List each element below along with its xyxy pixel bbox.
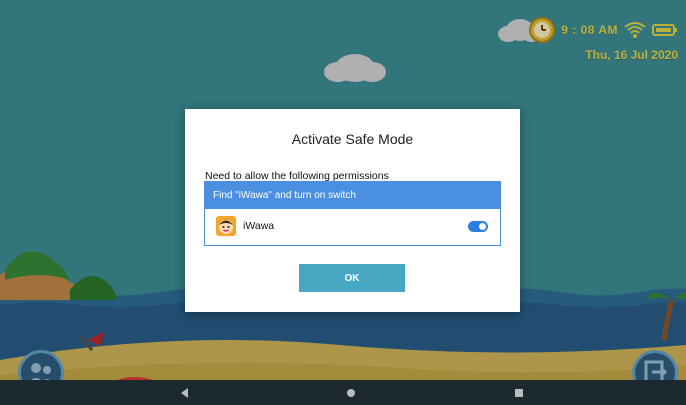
permission-row[interactable]: iWawa [205, 209, 500, 245]
screen: 9 : 08 AM Thu, 16 Jul 2020 Activate Safe… [0, 0, 686, 405]
activate-safe-mode-dialog: Activate Safe Mode Need to allow the fol… [185, 109, 520, 312]
permission-header: Find "iWawa" and turn on switch [205, 182, 500, 209]
iwawa-app-icon [216, 216, 236, 236]
permission-list: Find "iWawa" and turn on switch iWawa [204, 181, 501, 246]
app-name: iWawa [243, 220, 275, 232]
iwawa-permission-switch[interactable] [468, 221, 488, 232]
ok-button[interactable]: OK [299, 264, 405, 292]
dialog-title: Activate Safe Mode [291, 131, 414, 147]
